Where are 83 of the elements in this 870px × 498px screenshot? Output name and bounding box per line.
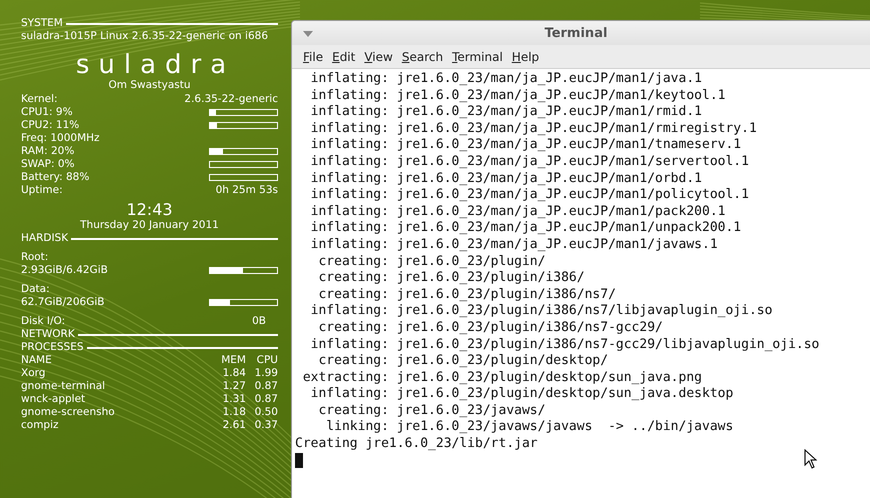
process-cell-text: 1.31 [222, 393, 246, 406]
menu-item[interactable]: Edit [331, 50, 362, 64]
usage-bar [209, 161, 278, 168]
section-heading: PROCESSES [21, 341, 84, 354]
process-cell-text: Xorg [21, 367, 46, 380]
column-header: MEM [220, 354, 246, 367]
output-line: linking: jre1.6.0_23/javaws/javaws -> ../bin/javaws [325, 419, 734, 436]
output-line: creating: jre1.6.0_23/plugin/desktop/ [317, 353, 610, 370]
output-line: inflating: jre1.6.0_23/man/ja_JP.eucJP/man1/rmiregistry.1 [310, 120, 758, 138]
window-title: Terminal [544, 26, 608, 40]
process-cell-text: 1.18 [222, 406, 246, 419]
output-line: creating: jre1.6.0_23/plugin/i386/ [317, 270, 586, 287]
column-header: NAME [21, 354, 53, 367]
stat-label: Kernel: [21, 93, 58, 106]
output-line: inflating: jre1.6.0_23/man/ja_JP.eucJP/man1/pack200.1 [310, 204, 726, 220]
stat-label: Disk I/O: [21, 315, 66, 328]
column-header: CPU [256, 354, 278, 367]
menu-item[interactable]: Help [510, 50, 546, 64]
process-cell-text: 2.61 [222, 419, 246, 432]
process-cell-text: gnome-terminal [21, 380, 106, 393]
output-line: Creating jre1.6.0_23/lib/rt.jar [295, 436, 539, 453]
process-cell-text: 0.87 [254, 380, 278, 393]
process-cell-text: 1.99 [254, 367, 278, 380]
output-line: inflating: jre1.6.0_23/man/ja_JP.eucJP/man1/policytool.1 [310, 187, 750, 204]
output-line: creating: jre1.6.0_23/plugin/i386/ns7-gcc29/ [317, 320, 664, 336]
output-line: creating: jre1.6.0_23/javaws/ [317, 402, 546, 420]
output-line: inflating: jre1.6.0_23/plugin/desktop/sun_java.desktop [310, 386, 734, 403]
system-info: suladra-1015P Linux 2.6.35-22-generic on i686 [21, 30, 269, 43]
stat-label: Freq: 1000MHz [21, 132, 100, 145]
section-heading: NETWORK [21, 328, 75, 341]
menu-item[interactable]: File [302, 50, 330, 64]
stat-label: RAM: 20% [21, 145, 74, 158]
stat-label: CPU2: 11% [21, 119, 80, 132]
section-heading: HARDISK [21, 232, 68, 245]
output-line: inflating: jre1.6.0_23/man/ja_JP.eucJP/man1/servertool.1 [310, 154, 750, 171]
section-heading: SYSTEM [21, 17, 63, 30]
usage-bar [209, 267, 278, 274]
output-line: inflating: jre1.6.0_23/man/ja_JP.eucJP/man1/unpack200.1 [310, 220, 742, 237]
caret-icon[interactable] [303, 31, 313, 37]
stat-value: 0B [252, 315, 267, 328]
usage-bar [209, 299, 278, 306]
menu-item[interactable]: Terminal [451, 50, 509, 64]
motto-text: Om Swastyastu [108, 79, 192, 92]
disk-label: Root: [21, 251, 50, 264]
usage-bar [209, 109, 278, 116]
process-cell-text: 1.27 [222, 380, 246, 393]
output-line: inflating: jre1.6.0_23/man/ja_JP.eucJP/man1/keytool.1 [310, 88, 726, 104]
disk-label: Data: [21, 283, 51, 296]
clock-time: 12:43 [125, 201, 174, 219]
host-name: suladra [74, 51, 236, 79]
process-cell-text: 1.84 [222, 367, 246, 380]
pointer-icon [804, 449, 818, 469]
usage-bar [209, 148, 278, 155]
output-line: creating: jre1.6.0_23/plugin/ [317, 254, 546, 270]
menu-item[interactable]: Search [400, 50, 450, 64]
output-line: inflating: jre1.6.0_23/man/ja_JP.eucJP/man1/java.1 [310, 71, 703, 88]
menu-item[interactable]: View [363, 50, 399, 64]
process-cell-text: wnck-applet [21, 393, 86, 406]
stat-value: 2.6.35-22-generic [184, 93, 278, 106]
stat-label: Uptime: [21, 184, 63, 197]
output-line: inflating: jre1.6.0_23/man/ja_JP.eucJP/man1/orbd.1 [310, 170, 703, 188]
output-line: creating: jre1.6.0_23/plugin/i386/ns7/ [317, 286, 617, 304]
disk-usage: 2.93GiB/6.42GiB [21, 264, 108, 277]
usage-bar [209, 122, 278, 129]
output-line: inflating: jre1.6.0_23/plugin/i386/ns7-gcc29/libjavaplugin_oji.so [310, 336, 820, 354]
usage-bar [209, 174, 278, 181]
process-cell-text: compiz [21, 419, 60, 432]
disk-usage: 62.7GiB/206GiB [21, 296, 104, 309]
text-cursor [295, 452, 303, 468]
output-line: inflating: jre1.6.0_23/man/ja_JP.eucJP/man1/javaws.1 [310, 236, 719, 254]
stat-label: SWAP: 0% [21, 158, 75, 171]
process-cell-text: 0.87 [254, 393, 278, 406]
stat-value: 0h 25m 53s [216, 184, 278, 197]
output-line: inflating: jre1.6.0_23/plugin/i386/ns7/libjavaplugin_oji.so [310, 303, 774, 320]
process-cell-text: 0.50 [254, 406, 278, 419]
output-line: inflating: jre1.6.0_23/man/ja_JP.eucJP/man1/tnameserv.1 [310, 137, 742, 154]
stat-label: Battery: 88% [21, 171, 90, 184]
stat-label: CPU1: 9% [21, 106, 73, 119]
process-cell-text: gnome-screensho [21, 406, 116, 419]
output-line: extracting: jre1.6.0_23/plugin/desktop/sun_java.png [302, 370, 703, 386]
output-line: inflating: jre1.6.0_23/man/ja_JP.eucJP/man1/rmid.1 [310, 104, 703, 121]
process-cell-text: 0.37 [254, 419, 278, 432]
clock-date: Thursday 20 January 2011 [79, 219, 220, 232]
